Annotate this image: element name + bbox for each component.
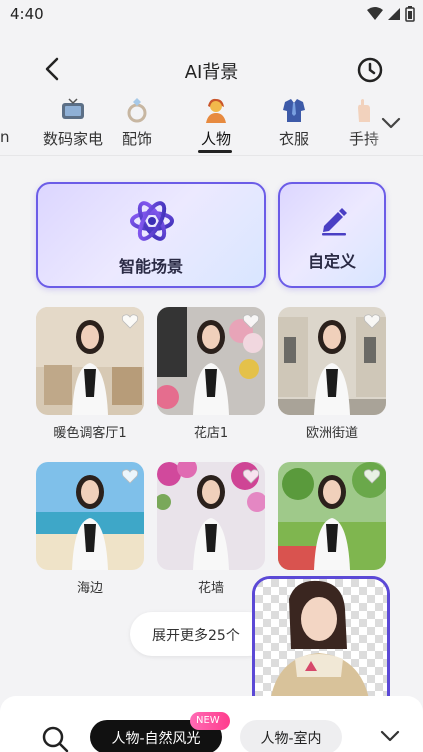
- tabs-more-button[interactable]: [370, 92, 423, 152]
- scene-label: 花墙: [197, 581, 224, 596]
- scene-item[interactable]: 海边: [36, 462, 144, 596]
- tab-label: 配饰: [121, 130, 152, 148]
- new-badge: NEW: [190, 712, 230, 730]
- chevron-down-icon[interactable]: [378, 724, 402, 748]
- scene-label: 海边: [76, 581, 103, 596]
- expand-more-label: 展开更多25个: [152, 628, 240, 644]
- scene-thumbnail: [157, 307, 265, 415]
- tab-clothes[interactable]: 衣服: [274, 92, 314, 149]
- favorite-heart-icon[interactable]: [121, 312, 139, 330]
- tab-partial[interactable]: n: [0, 92, 10, 146]
- custom-card[interactable]: 自定义: [278, 182, 386, 288]
- scene-thumbnail: [157, 462, 265, 570]
- atom-icon: [130, 201, 174, 241]
- scene-item[interactable]: 花墙: [157, 462, 265, 596]
- status-time: 4:40: [10, 5, 44, 23]
- tab-people[interactable]: 人物: [196, 92, 236, 149]
- pencil-icon: [322, 208, 347, 236]
- tab-label: 人物: [200, 130, 231, 148]
- battery-icon: [405, 6, 415, 22]
- status-bar: 4:40: [0, 0, 423, 30]
- scene-thumbnail: [36, 462, 144, 570]
- ring-icon: [127, 98, 147, 123]
- custom-label: 自定义: [307, 252, 356, 271]
- active-tab-indicator: [198, 150, 232, 153]
- scene-label: 暖色调客厅1: [53, 426, 127, 441]
- chevron-down-icon: [381, 117, 401, 129]
- result-preview[interactable]: [252, 576, 390, 714]
- status-icons: [367, 6, 415, 22]
- filter-chip-label: 人物-自然风光: [111, 731, 201, 747]
- scene-thumbnail: [278, 462, 386, 570]
- scene-thumbnail: [36, 307, 144, 415]
- tab-label: 数码家电: [42, 130, 103, 148]
- favorite-heart-icon[interactable]: [363, 312, 381, 330]
- person-icon: [206, 98, 226, 123]
- tab-digital[interactable]: 数码家电: [28, 92, 118, 149]
- favorite-heart-icon[interactable]: [363, 467, 381, 485]
- search-icon[interactable]: [40, 724, 70, 752]
- clock-icon: [357, 57, 383, 83]
- signal-icon: [388, 8, 400, 20]
- wifi-icon: [367, 7, 383, 20]
- tv-icon: [62, 98, 84, 119]
- smart-scene-card[interactable]: 智能场景: [36, 182, 266, 288]
- tab-label: 衣服: [278, 130, 309, 148]
- scene-item[interactable]: [278, 462, 386, 577]
- scene-label: 花店1: [193, 426, 229, 441]
- smart-scene-label: 智能场景: [118, 257, 183, 276]
- filter-chip[interactable]: 人物-室内: [240, 720, 342, 752]
- shirt-icon: [283, 99, 305, 122]
- scene-thumbnail: [278, 307, 386, 415]
- favorite-heart-icon[interactable]: [121, 467, 139, 485]
- filter-chip-label: 人物-室内: [260, 731, 322, 747]
- scene-item[interactable]: 暖色调客厅1: [36, 307, 144, 441]
- favorite-heart-icon[interactable]: [242, 467, 260, 485]
- scene-label: 欧洲街道: [305, 426, 358, 441]
- scene-item[interactable]: 花店1: [157, 307, 265, 441]
- header: AI背景: [0, 40, 423, 96]
- scene-item[interactable]: 欧洲街道: [278, 307, 386, 441]
- tab-accessories[interactable]: 配饰: [116, 92, 158, 149]
- history-button[interactable]: [354, 54, 386, 86]
- preview-image: [255, 579, 387, 711]
- favorite-heart-icon[interactable]: [242, 312, 260, 330]
- expand-more-button[interactable]: 展开更多25个: [130, 612, 270, 656]
- category-tabs: n 数码家电 配饰 人物 衣服 手持: [0, 92, 423, 156]
